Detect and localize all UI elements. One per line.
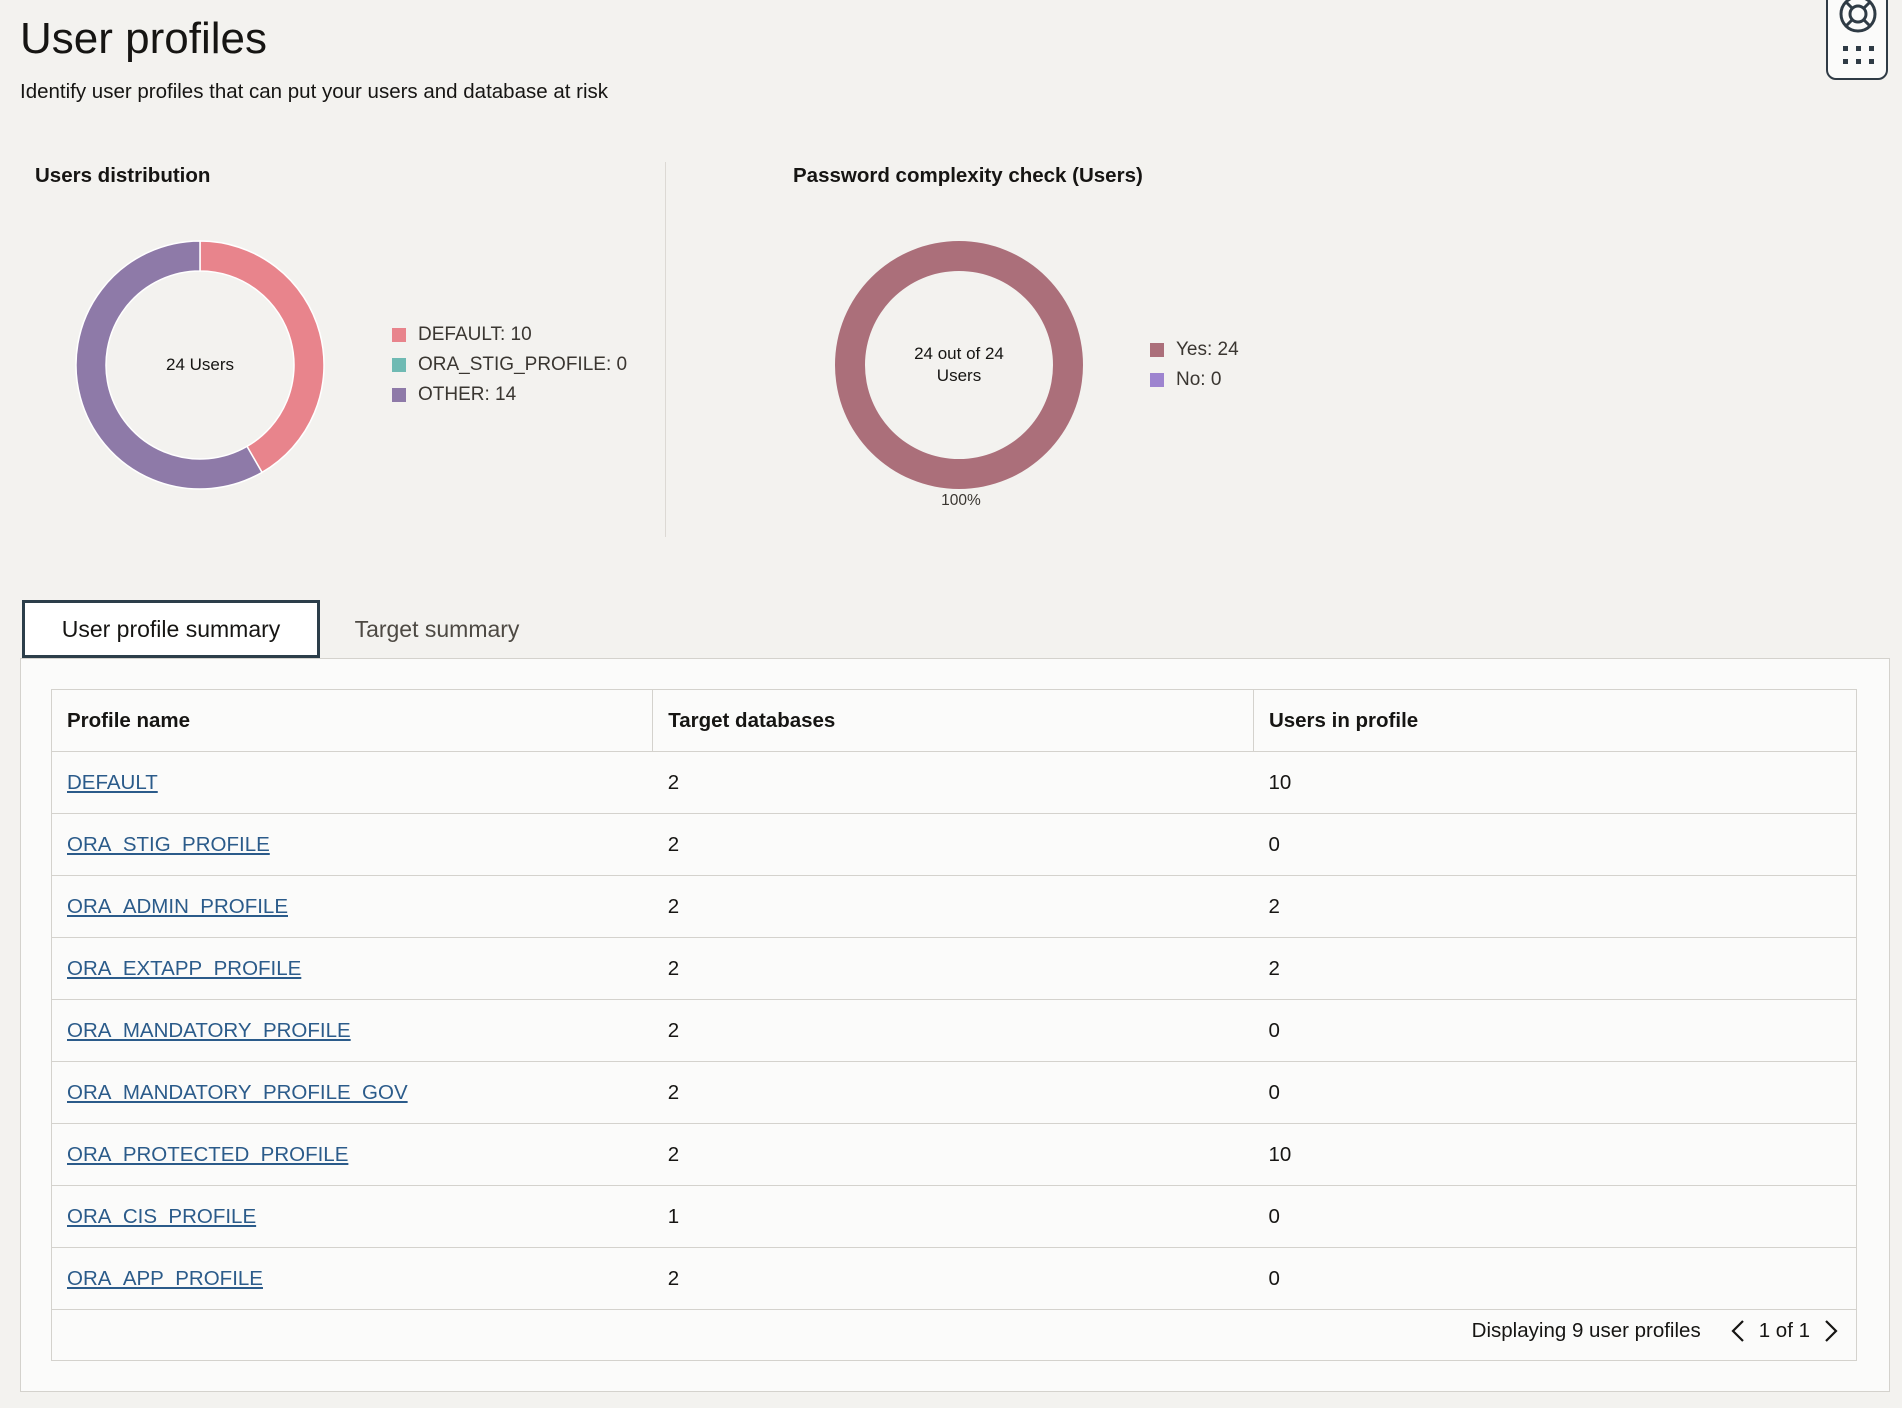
password-check-center-line1: 24 out of 24 xyxy=(914,344,1004,363)
profile-link[interactable]: ORA_STIG_PROFILE xyxy=(67,833,270,856)
users-in-profile-cell: 0 xyxy=(1253,1061,1856,1124)
profile-name-cell: ORA_MANDATORY_PROFILE xyxy=(52,999,653,1062)
target-databases-cell: 2 xyxy=(652,937,1254,1000)
profile-name-cell: DEFAULT xyxy=(52,751,653,814)
tab-user-profile-summary[interactable]: User profile summary xyxy=(22,600,320,658)
target-databases-cell: 2 xyxy=(652,999,1254,1062)
profile-link[interactable]: ORA_EXTAPP_PROFILE xyxy=(67,957,301,980)
password-check-center-line2: Users xyxy=(936,366,982,385)
password-check-panel: Password complexity check (Users) 24 out… xyxy=(793,150,1493,540)
profile-link[interactable]: ORA_APP_PROFILE xyxy=(67,1267,263,1290)
column-header-profile-name[interactable]: Profile name xyxy=(52,690,653,752)
profile-name-cell: ORA_EXTAPP_PROFILE xyxy=(52,937,653,1000)
table-row: ORA_STIG_PROFILE 2 0 xyxy=(52,813,1856,876)
target-databases-cell: 2 xyxy=(652,1061,1254,1124)
panel-divider xyxy=(665,162,666,537)
users-in-profile-cell: 2 xyxy=(1253,875,1856,938)
legend-item-no: No: 0 xyxy=(1150,365,1239,395)
legend-swatch xyxy=(392,388,406,402)
profile-name-cell: ORA_PROTECTED_PROFILE xyxy=(52,1123,653,1186)
target-databases-cell: 2 xyxy=(652,1247,1254,1310)
apps-grid-icon[interactable] xyxy=(1843,46,1875,66)
table-header-row: Profile name Target databases Users in p… xyxy=(52,690,1856,752)
profile-link[interactable]: ORA_CIS_PROFILE xyxy=(67,1205,256,1228)
users-in-profile-cell: 10 xyxy=(1253,1123,1856,1186)
users-in-profile-cell: 0 xyxy=(1253,1247,1856,1310)
users-in-profile-cell: 0 xyxy=(1253,1185,1856,1248)
users-distribution-title: Users distribution xyxy=(35,164,211,187)
next-page-button[interactable] xyxy=(1820,1316,1842,1346)
profile-name-cell: ORA_CIS_PROFILE xyxy=(52,1185,653,1248)
table-row: ORA_MANDATORY_PROFILE 2 0 xyxy=(52,999,1856,1062)
legend-swatch xyxy=(392,328,406,342)
target-databases-cell: 1 xyxy=(652,1185,1254,1248)
column-header-users-in-profile[interactable]: Users in profile xyxy=(1252,690,1856,752)
profile-link[interactable]: ORA_PROTECTED_PROFILE xyxy=(67,1143,348,1166)
legend-swatch xyxy=(1150,373,1164,387)
tab-target-summary[interactable]: Target summary xyxy=(332,600,542,658)
users-in-profile-cell: 10 xyxy=(1253,751,1856,814)
profile-link[interactable]: DEFAULT xyxy=(67,771,158,794)
legend-label: DEFAULT: 10 xyxy=(418,324,532,345)
password-check-percent-label: 100% xyxy=(941,492,981,509)
legend-label: No: 0 xyxy=(1176,369,1222,390)
page-title: User profiles xyxy=(20,14,267,63)
password-check-title: Password complexity check (Users) xyxy=(793,164,1143,187)
previous-page-button[interactable] xyxy=(1727,1316,1749,1346)
table-row: DEFAULT 2 10 xyxy=(52,751,1856,814)
table-row: ORA_PROTECTED_PROFILE 2 10 xyxy=(52,1123,1856,1186)
page-indicator: 1 of 1 xyxy=(1758,1319,1810,1342)
user-profile-table: Profile name Target databases Users in p… xyxy=(52,690,1856,1310)
legend-label: ORA_STIG_PROFILE: 0 xyxy=(418,354,628,375)
table-row: ORA_EXTAPP_PROFILE 2 2 xyxy=(52,937,1856,1000)
users-distribution-panel: Users distribution 24 Users DEFAULT: 10 … xyxy=(35,150,655,540)
users-in-profile-cell: 0 xyxy=(1253,999,1856,1062)
legend-label: OTHER: 14 xyxy=(418,384,517,405)
target-databases-cell: 2 xyxy=(652,813,1254,876)
column-header-target-databases[interactable]: Target databases xyxy=(652,690,1254,752)
profile-name-cell: ORA_APP_PROFILE xyxy=(52,1247,653,1310)
page: User profiles Identify user profiles tha… xyxy=(0,0,1902,1408)
legend-swatch xyxy=(1150,343,1164,357)
target-databases-cell: 2 xyxy=(652,1123,1254,1186)
display-count: Displaying 9 user profiles xyxy=(1471,1319,1701,1342)
profile-link[interactable]: ORA_MANDATORY_PROFILE_GOV xyxy=(67,1081,408,1104)
table-row: ORA_CIS_PROFILE 1 0 xyxy=(52,1185,1856,1248)
password-check-center-label: 24 out of 24 Users xyxy=(834,343,1084,387)
legend-item-default: DEFAULT: 10 xyxy=(392,320,627,350)
table-row: ORA_ADMIN_PROFILE 2 2 xyxy=(52,875,1856,938)
page-subtitle: Identify user profiles that can put your… xyxy=(20,80,608,103)
user-profile-summary-panel: Profile name Target databases Users in p… xyxy=(20,658,1890,1392)
users-distribution-legend: DEFAULT: 10 ORA_STIG_PROFILE: 0 OTHER: 1… xyxy=(392,320,627,410)
user-profile-table-container: Profile name Target databases Users in p… xyxy=(51,689,1857,1361)
table-body: DEFAULT 2 10 ORA_STIG_PROFILE 2 0 ORA_ADMIN_PR… xyxy=(52,751,1856,1310)
table-row: ORA_APP_PROFILE 2 0 xyxy=(52,1247,1856,1310)
profile-name-cell: ORA_MANDATORY_PROFILE_GOV xyxy=(52,1061,653,1124)
legend-item-yes: Yes: 24 xyxy=(1150,335,1239,365)
users-in-profile-cell: 0 xyxy=(1253,813,1856,876)
legend-item-other: OTHER: 14 xyxy=(392,380,627,410)
target-databases-cell: 2 xyxy=(652,751,1254,814)
users-distribution-center-label: 24 Users xyxy=(165,355,235,374)
legend-label: Yes: 24 xyxy=(1176,339,1239,360)
profile-link[interactable]: ORA_MANDATORY_PROFILE xyxy=(67,1019,351,1042)
legend-item-ora-stig-profile: ORA_STIG_PROFILE: 0 xyxy=(392,350,627,380)
table-footer: Displaying 9 user profiles 1 of 1 xyxy=(1472,1302,1856,1360)
profile-name-cell: ORA_ADMIN_PROFILE xyxy=(52,875,653,938)
help-widget[interactable] xyxy=(1826,0,1888,80)
table-row: ORA_MANDATORY_PROFILE_GOV 2 0 xyxy=(52,1061,1856,1124)
chevron-right-icon xyxy=(1825,1320,1838,1342)
password-check-legend: Yes: 24 No: 0 xyxy=(1150,335,1239,395)
profile-name-cell: ORA_STIG_PROFILE xyxy=(52,813,653,876)
target-databases-cell: 2 xyxy=(652,875,1254,938)
chevron-left-icon xyxy=(1731,1320,1744,1342)
profile-link[interactable]: ORA_ADMIN_PROFILE xyxy=(67,895,288,918)
legend-swatch xyxy=(392,358,406,372)
lifebuoy-icon[interactable] xyxy=(1837,0,1879,38)
users-in-profile-cell: 2 xyxy=(1253,937,1856,1000)
